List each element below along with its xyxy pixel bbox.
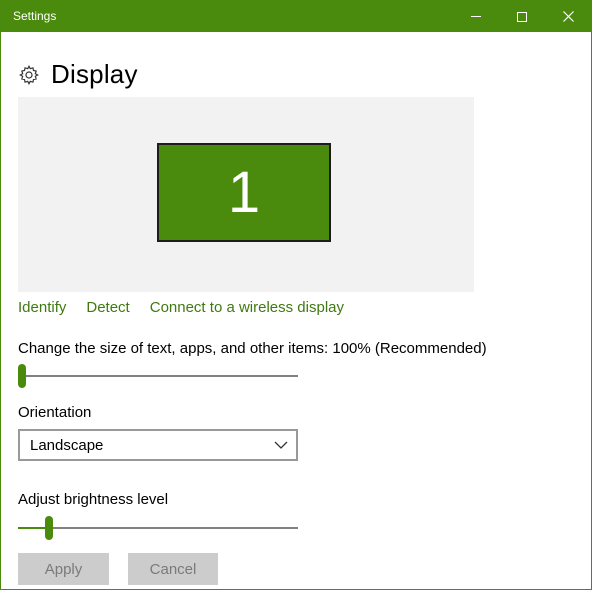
- detect-link[interactable]: Detect: [86, 299, 129, 316]
- brightness-slider[interactable]: [18, 516, 298, 540]
- maximize-button[interactable]: [499, 1, 545, 32]
- slider-track: [18, 527, 298, 529]
- apply-button[interactable]: Apply: [18, 553, 109, 585]
- window-title: Settings: [13, 9, 57, 23]
- monitor-number: 1: [227, 159, 261, 225]
- orientation-label: Orientation: [18, 404, 92, 421]
- display-links: Identify Detect Connect to a wireless di…: [18, 299, 344, 316]
- minimize-button[interactable]: [453, 1, 499, 32]
- chevron-down-icon: [274, 441, 288, 449]
- scale-slider[interactable]: [18, 364, 298, 388]
- maximize-icon: [517, 11, 527, 22]
- orientation-dropdown[interactable]: Landscape: [18, 429, 298, 461]
- orientation-value: Landscape: [30, 437, 104, 454]
- slider-track: [18, 375, 298, 377]
- slider-thumb[interactable]: [45, 516, 53, 540]
- identify-link[interactable]: Identify: [18, 299, 66, 316]
- page-heading: Display: [18, 59, 138, 90]
- page-title: Display: [51, 59, 138, 89]
- cancel-button[interactable]: Cancel: [128, 553, 218, 585]
- scale-label: Change the size of text, apps, and other…: [18, 340, 487, 357]
- close-icon: [562, 11, 574, 22]
- title-bar[interactable]: Settings: [1, 1, 591, 32]
- wireless-display-link[interactable]: Connect to a wireless display: [150, 299, 344, 316]
- close-button[interactable]: [545, 1, 591, 32]
- gear-icon: [19, 64, 39, 85]
- slider-thumb[interactable]: [18, 364, 26, 388]
- settings-window: Settings Display 1 Identify Detect Conne…: [0, 0, 592, 590]
- monitor-tile[interactable]: 1: [157, 143, 331, 242]
- brightness-label: Adjust brightness level: [18, 491, 169, 508]
- display-preview-area: 1: [18, 97, 474, 292]
- minimize-icon: [471, 16, 481, 17]
